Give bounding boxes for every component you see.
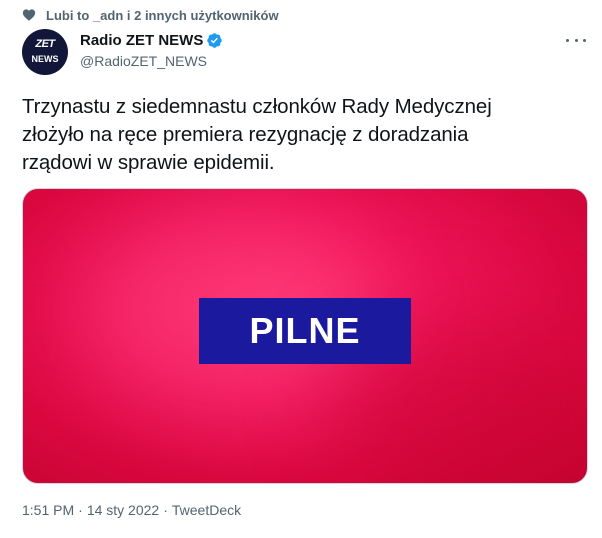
display-name-row: Radio ZET NEWS <box>80 32 223 49</box>
display-name[interactable]: Radio ZET NEWS <box>80 32 203 49</box>
breaking-news-label: PILNE <box>249 310 361 351</box>
tweet-date[interactable]: 14 sty 2022 <box>87 502 159 518</box>
author-names: Radio ZET NEWS @RadioZET_NEWS <box>80 32 223 69</box>
tweet-header: ZET NEWS Radio ZET NEWS @RadioZET_NEWS <box>22 29 592 75</box>
tweet-text: Trzynastu z siedemnastu członków Rady Me… <box>22 95 492 174</box>
breaking-news-banner: PILNE <box>199 298 411 364</box>
heart-icon <box>22 8 36 22</box>
tweet-time[interactable]: 1:51 PM <box>22 502 74 518</box>
more-options-icon[interactable] <box>566 35 586 45</box>
avatar-logo-line2: NEWS <box>31 54 59 64</box>
tweet-media-image[interactable]: PILNE <box>22 188 588 484</box>
meta-separator: · <box>78 502 83 518</box>
tweet-metadata: 1:51 PM · 14 sty 2022 · TweetDeck <box>22 502 241 518</box>
avatar-logo-line1: ZET <box>35 38 55 50</box>
avatar[interactable]: ZET NEWS <box>22 29 68 75</box>
social-context-text[interactable]: Lubi to _adn i 2 innych użytkowników <box>46 8 279 23</box>
social-context: Lubi to _adn i 2 innych użytkowników <box>22 6 279 24</box>
tweet-source[interactable]: TweetDeck <box>172 502 241 518</box>
author-handle[interactable]: @RadioZET_NEWS <box>80 53 223 69</box>
meta-separator: · <box>163 502 168 518</box>
verified-badge-icon <box>206 32 223 49</box>
